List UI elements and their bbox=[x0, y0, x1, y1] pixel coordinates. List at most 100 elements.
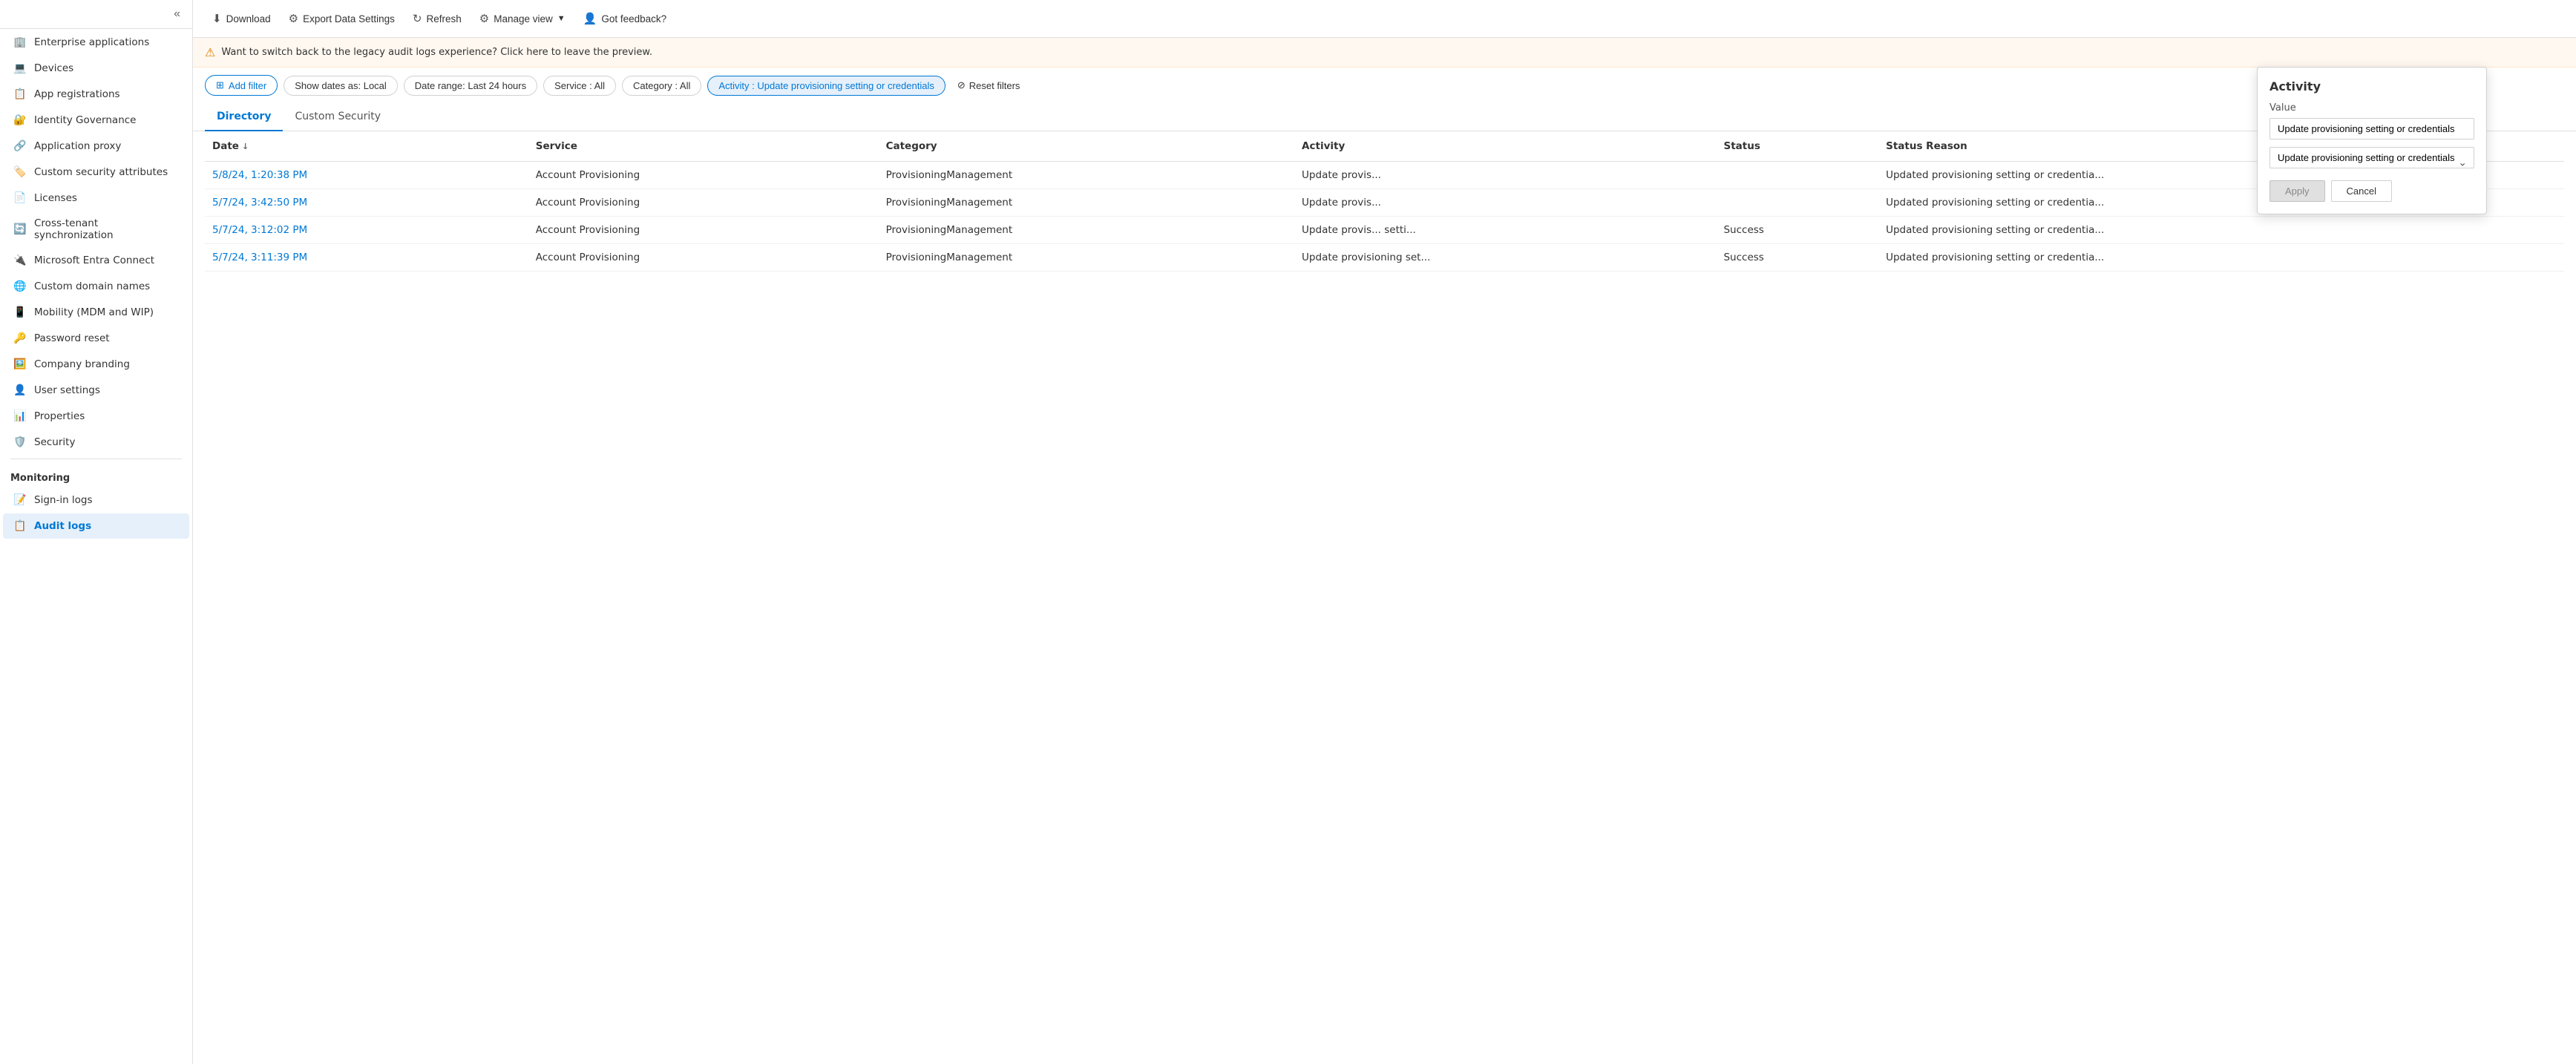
sidebar-item-audit-logs[interactable]: 📋Audit logs bbox=[3, 513, 189, 539]
reset-filters-button[interactable]: ⊘ Reset filters bbox=[951, 76, 1026, 95]
service-cell: Account Provisioning bbox=[528, 244, 879, 272]
export-button[interactable]: ⚙ Export Data Settings bbox=[281, 7, 402, 30]
export-icon: ⚙ bbox=[289, 12, 298, 25]
status-cell bbox=[1716, 189, 1878, 217]
sidebar: « 🏢 Enterprise applications 💻 Devices 📋App r… bbox=[0, 0, 193, 1064]
category-filter-button[interactable]: Category : All bbox=[622, 76, 701, 96]
sidebar-label: Microsoft Entra Connect bbox=[34, 254, 154, 266]
column-date[interactable]: Date↓ bbox=[205, 131, 528, 162]
sidebar-item-company-branding[interactable]: 🖼️Company branding bbox=[3, 352, 189, 377]
show-dates-button[interactable]: Show dates as: Local bbox=[284, 76, 398, 96]
company-branding-icon: 🖼️ bbox=[13, 358, 27, 371]
toolbar: ⬇ Download ⚙ Export Data Settings ↻ Refr… bbox=[193, 0, 2576, 38]
date-cell[interactable]: 5/8/24, 1:20:38 PM bbox=[205, 162, 528, 189]
sidebar-item-custom-security-attributes[interactable]: 🏷️Custom security attributes bbox=[3, 160, 189, 185]
application-proxy-icon: 🔗 bbox=[13, 139, 27, 153]
sidebar-item-security[interactable]: 🛡️Security bbox=[3, 430, 189, 455]
service-cell: Account Provisioning bbox=[528, 162, 879, 189]
cancel-button[interactable]: Cancel bbox=[2331, 180, 2392, 202]
sidebar-item-app-registrations[interactable]: 📋App registrations bbox=[3, 82, 189, 107]
column-status: Status bbox=[1716, 131, 1878, 162]
category-cell: ProvisioningManagement bbox=[879, 189, 1294, 217]
tab-directory[interactable]: Directory bbox=[205, 103, 283, 131]
date-link[interactable]: 5/7/24, 3:12:02 PM bbox=[212, 224, 307, 236]
manage-view-button[interactable]: ⚙ Manage view ▼ bbox=[472, 7, 573, 30]
add-filter-button[interactable]: ⊞ Add filter bbox=[205, 75, 278, 96]
sidebar-item-password-reset[interactable]: 🔑Password reset bbox=[3, 326, 189, 351]
activity-dropdown[interactable]: Update provisioning setting or credentia… bbox=[2269, 147, 2474, 168]
status-reason-cell: Updated provisioning setting or credenti… bbox=[1878, 217, 2564, 244]
custom-security-attributes-icon: 🏷️ bbox=[13, 165, 27, 179]
sidebar-item-enterprise-applications[interactable]: 🏢 Enterprise applications bbox=[3, 30, 189, 55]
user-settings-icon: 👤 bbox=[13, 384, 27, 397]
service-filter-button[interactable]: Service : All bbox=[543, 76, 616, 96]
devices-icon: 💻 bbox=[13, 62, 27, 75]
sidebar-item-identity-governance[interactable]: 🔐Identity Governance bbox=[3, 108, 189, 133]
apply-button[interactable]: Apply bbox=[2269, 180, 2325, 202]
sidebar-label: Custom domain names bbox=[34, 280, 150, 292]
sidebar-item-microsoft-entra-connect[interactable]: 🔌 Microsoft Entra Connect bbox=[3, 248, 189, 273]
sidebar-item-custom-domain-names[interactable]: 🌐Custom domain names bbox=[3, 274, 189, 299]
category-cell: ProvisioningManagement bbox=[879, 162, 1294, 189]
sidebar-item-properties[interactable]: 📊 Properties bbox=[3, 404, 189, 429]
table-row: 5/7/24, 3:12:02 PM Account Provisioning … bbox=[205, 217, 2564, 244]
sidebar-label: Devices bbox=[34, 62, 73, 74]
app-registrations-icon: 📋 bbox=[13, 88, 27, 101]
sidebar-item-user-settings[interactable]: 👤 User settings bbox=[3, 378, 189, 403]
download-button[interactable]: ⬇ Download bbox=[205, 7, 278, 30]
category-cell: ProvisioningManagement bbox=[879, 217, 1294, 244]
audit-logs-table: Date↓ServiceCategoryActivityStatusStatus… bbox=[205, 131, 2564, 272]
sidebar-item-sign-in-logs[interactable]: 📝Sign-in logs bbox=[3, 487, 189, 513]
sidebar-item-application-proxy[interactable]: 🔗 Application proxy bbox=[3, 134, 189, 159]
activity-popup: Activity Value Update provisioning setti… bbox=[2257, 67, 2487, 214]
info-icon: ⚠ bbox=[205, 45, 215, 59]
sidebar-item-cross-tenant-synchronization[interactable]: 🔄Cross-tenant synchronization bbox=[3, 211, 189, 247]
table-row: 5/8/24, 1:20:38 PM Account Provisioning … bbox=[205, 162, 2564, 189]
microsoft-entra-connect-icon: 🔌 bbox=[13, 254, 27, 267]
sidebar-item-mobility-mdm[interactable]: 📱Mobility (MDM and WIP) bbox=[3, 300, 189, 325]
sidebar-collapse-button[interactable]: « bbox=[169, 6, 185, 22]
activity-cell: Update provis... setti... bbox=[1294, 217, 1716, 244]
banner-text: Want to switch back to the legacy audit … bbox=[221, 47, 652, 58]
sidebar-label: Cross-tenant synchronization bbox=[34, 217, 179, 241]
properties-icon: 📊 bbox=[13, 410, 27, 423]
audit-logs-icon: 📋 bbox=[13, 519, 27, 533]
column-category: Category bbox=[879, 131, 1294, 162]
tab-custom-security[interactable]: Custom Security bbox=[283, 103, 393, 131]
filter-icon: ⊞ bbox=[216, 79, 224, 91]
table-container: Date↓ServiceCategoryActivityStatusStatus… bbox=[193, 131, 2576, 1064]
sidebar-label: Sign-in logs bbox=[34, 494, 93, 506]
sidebar-label: Properties bbox=[34, 410, 85, 422]
licenses-icon: 📄 bbox=[13, 191, 27, 205]
popup-actions: Apply Cancel bbox=[2269, 180, 2474, 202]
tabs-bar: DirectoryCustom Security bbox=[193, 103, 2576, 131]
activity-dropdown-wrapper: Update provisioning setting or credentia… bbox=[2269, 147, 2474, 180]
feedback-button[interactable]: 👤 Got feedback? bbox=[576, 7, 675, 30]
main-content: ⬇ Download ⚙ Export Data Settings ↻ Refr… bbox=[193, 0, 2576, 1064]
refresh-icon: ↻ bbox=[413, 12, 422, 25]
activity-cell: Update provis... bbox=[1294, 162, 1716, 189]
activity-value-input[interactable] bbox=[2269, 118, 2474, 139]
sidebar-item-licenses[interactable]: 📄Licenses bbox=[3, 185, 189, 211]
date-link[interactable]: 5/7/24, 3:42:50 PM bbox=[212, 197, 307, 208]
date-link[interactable]: 5/8/24, 1:20:38 PM bbox=[212, 169, 307, 181]
table-row: 5/7/24, 3:11:39 PM Account Provisioning … bbox=[205, 244, 2564, 272]
date-cell[interactable]: 5/7/24, 3:42:50 PM bbox=[205, 189, 528, 217]
popup-title: Activity bbox=[2269, 79, 2474, 93]
date-cell[interactable]: 5/7/24, 3:12:02 PM bbox=[205, 217, 528, 244]
date-cell[interactable]: 5/7/24, 3:11:39 PM bbox=[205, 244, 528, 272]
password-reset-icon: 🔑 bbox=[13, 332, 27, 345]
sidebar-label: User settings bbox=[34, 384, 100, 396]
status-reason-cell: Updated provisioning setting or credenti… bbox=[1878, 244, 2564, 272]
date-link[interactable]: 5/7/24, 3:11:39 PM bbox=[212, 252, 307, 263]
sidebar-label: Application proxy bbox=[34, 140, 121, 152]
sidebar-item-devices[interactable]: 💻 Devices bbox=[3, 56, 189, 81]
date-range-button[interactable]: Date range: Last 24 hours bbox=[404, 76, 537, 96]
security-icon: 🛡️ bbox=[13, 436, 27, 449]
service-cell: Account Provisioning bbox=[528, 217, 879, 244]
filter-bar: ⊞ Add filter Show dates as: Local Date r… bbox=[193, 68, 2576, 103]
refresh-button[interactable]: ↻ Refresh bbox=[405, 7, 469, 30]
enterprise-applications-icon: 🏢 bbox=[13, 36, 27, 49]
activity-filter-button[interactable]: Activity : Update provisioning setting o… bbox=[707, 76, 945, 96]
sidebar-label: Enterprise applications bbox=[34, 36, 149, 48]
